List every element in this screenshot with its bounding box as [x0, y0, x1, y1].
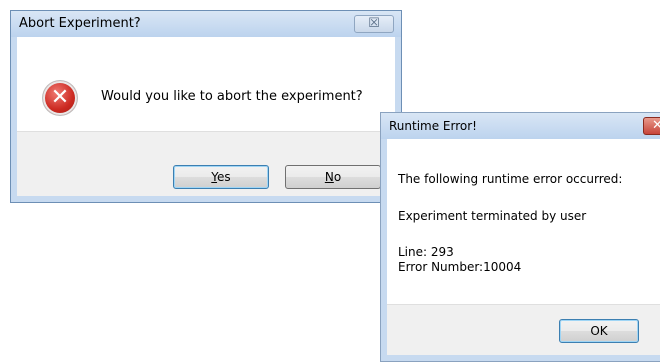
abort-dialog-titlebar[interactable]: Abort Experiment? ☒	[11, 11, 401, 37]
runtime-error-intro: The following runtime error occurred:	[398, 172, 623, 186]
runtime-error-number: Error Number:10004	[398, 260, 522, 274]
no-button-mnemonic: N	[324, 170, 334, 184]
runtime-error-message: Experiment terminated by user	[398, 209, 587, 223]
runtime-dialog-title: Runtime Error!	[389, 119, 477, 133]
runtime-dialog-titlebar[interactable]: Runtime Error! ✕	[381, 113, 660, 139]
abort-dialog-message: Would you like to abort the experiment?	[101, 89, 363, 104]
abort-experiment-dialog: Abort Experiment? ☒ ✕ Would you like to …	[10, 10, 402, 203]
no-button[interactable]: No	[285, 165, 381, 189]
runtime-dialog-content: The following runtime error occurred: Ex…	[387, 139, 660, 304]
abort-dialog-footer: Yes No	[17, 131, 395, 196]
yes-button[interactable]: Yes	[173, 165, 269, 189]
close-icon: ✕	[652, 118, 660, 133]
yes-button-label: es	[217, 170, 231, 184]
abort-dialog-title: Abort Experiment?	[19, 16, 141, 31]
runtime-dialog-close-button[interactable]: ✕	[643, 117, 660, 135]
close-icon: ☒	[368, 16, 380, 31]
no-button-label: o	[333, 170, 342, 184]
abort-dialog-content: ✕ Would you like to abort the experiment…	[17, 37, 395, 131]
abort-dialog-close-button[interactable]: ☒	[354, 15, 394, 33]
error-x-icon: ✕	[43, 81, 77, 115]
runtime-error-line: Line: 293	[398, 245, 454, 259]
ok-button[interactable]: OK	[559, 319, 639, 343]
runtime-dialog-footer: OK	[387, 304, 660, 355]
runtime-error-dialog: Runtime Error! ✕ The following runtime e…	[380, 112, 660, 362]
